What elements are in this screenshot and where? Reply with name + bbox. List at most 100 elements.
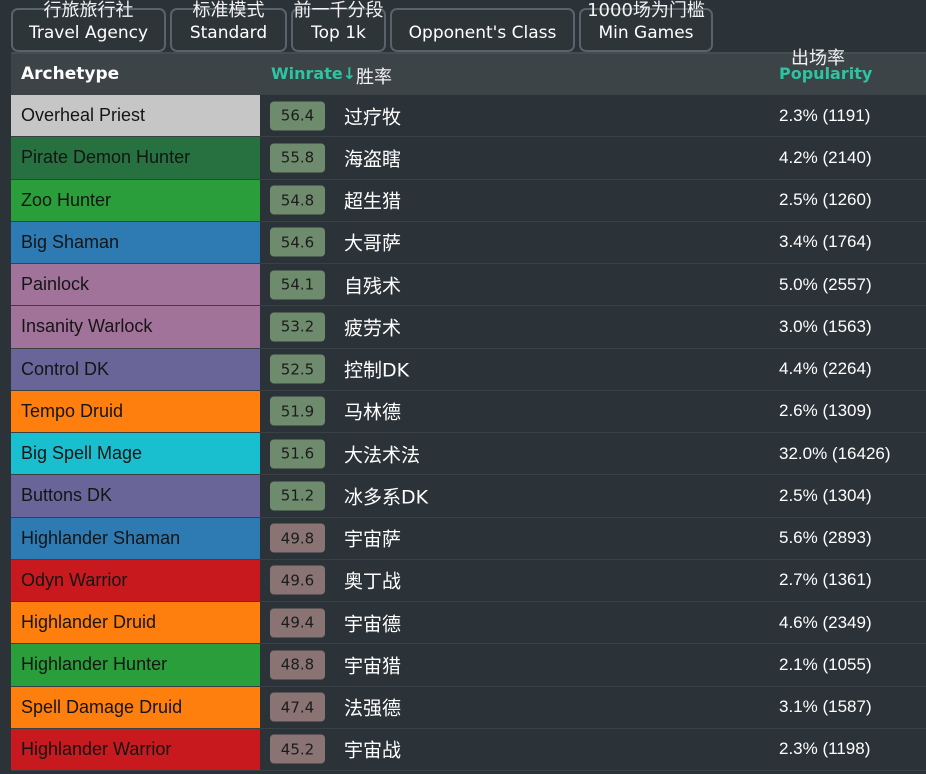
filter-opponent-class[interactable]: Opponent's Class: [390, 8, 575, 52]
archetype-name[interactable]: Overheal Priest: [11, 95, 260, 137]
filter-region[interactable]: 行旅旅行社 Travel Agency: [11, 0, 166, 52]
filter-region-zh: 行旅旅行社: [43, 0, 134, 21]
winrate-badge: 55.8: [270, 143, 325, 173]
column-header-winrate-zh: 胜率: [356, 67, 392, 88]
popularity-value: 3.1% (1587): [779, 697, 872, 717]
filter-min-games-label: Min Games: [598, 23, 694, 43]
winrate-badge: 54.8: [270, 185, 325, 215]
winrate-badge: 48.8: [270, 650, 325, 680]
table-row[interactable]: Spell Damage Druid 47.4 法强德 3.1% (1587): [11, 686, 926, 729]
popularity-value: 3.4% (1764): [779, 232, 872, 252]
archetype-zh-name: 大哥萨: [344, 232, 402, 255]
popularity-value: 2.3% (1198): [779, 739, 871, 759]
popularity-value: 32.0% (16426): [779, 443, 891, 463]
winrate-badge: 49.4: [270, 608, 325, 638]
filter-rank-zh: 前一千分段: [293, 0, 384, 21]
archetype-zh-name: 自残术: [344, 275, 402, 298]
table-row[interactable]: Big Spell Mage 51.6 大法术法 32.0% (16426): [11, 433, 926, 476]
archetype-zh-name: 法强德: [344, 697, 402, 720]
table-row[interactable]: Zoo Hunter 54.8 超生猎 2.5% (1260): [11, 179, 926, 222]
winrate-badge: 47.4: [270, 692, 325, 722]
popularity-value: 2.6% (1309): [779, 401, 872, 421]
archetype-name[interactable]: Tempo Druid: [11, 390, 260, 432]
popularity-value: 5.6% (2893): [779, 528, 872, 548]
archetype-name[interactable]: Insanity Warlock: [11, 306, 260, 348]
winrate-badge: 49.6: [270, 565, 325, 595]
popularity-value: 3.0% (1563): [779, 316, 872, 336]
popularity-value: 2.3% (1191): [779, 105, 871, 125]
table-row[interactable]: Tempo Druid 51.9 马林德 2.6% (1309): [11, 390, 926, 433]
table-row[interactable]: Highlander Warrior 45.2 宇宙战 2.3% (1198): [11, 728, 926, 771]
winrate-badge: 51.6: [270, 439, 325, 469]
table-row[interactable]: Insanity Warlock 53.2 疲劳术 3.0% (1563): [11, 306, 926, 349]
popularity-value: 4.6% (2349): [779, 612, 872, 632]
winrate-badge: 56.4: [270, 101, 325, 131]
archetype-zh-name: 超生猎: [344, 190, 402, 213]
filter-format-label: Standard: [189, 23, 268, 43]
winrate-badge: 45.2: [270, 734, 325, 764]
filter-rank[interactable]: 前一千分段 Top 1k: [291, 0, 386, 52]
table-row[interactable]: Odyn Warrior 49.6 奥丁战 2.7% (1361): [11, 559, 926, 602]
archetype-zh-name: 宇宙德: [344, 613, 402, 636]
archetype-name[interactable]: Odyn Warrior: [11, 559, 260, 601]
winrate-badge: 51.2: [270, 481, 325, 511]
archetype-name[interactable]: Spell Damage Druid: [11, 686, 260, 728]
winrate-badge: 54.1: [270, 270, 325, 300]
archetype-zh-name: 宇宙战: [344, 739, 402, 762]
column-header-winrate[interactable]: Winrate↓: [271, 64, 356, 83]
archetype-zh-name: 宇宙猎: [344, 655, 402, 678]
archetype-name[interactable]: Highlander Druid: [11, 602, 260, 644]
table-row[interactable]: Highlander Druid 49.4 宇宙德 4.6% (2349): [11, 602, 926, 645]
table-body: Overheal Priest 56.4 过疗牧 2.3% (1191) Pirate …: [11, 95, 926, 771]
archetype-zh-name: 控制DK: [344, 359, 410, 382]
archetype-zh-name: 冰多系DK: [344, 486, 429, 509]
filter-format-zh: 标准模式: [192, 0, 265, 21]
winrate-badge: 54.6: [270, 227, 325, 257]
archetype-zh-name: 宇宙萨: [344, 528, 402, 551]
popularity-value: 2.1% (1055): [779, 654, 872, 674]
archetype-zh-name: 疲劳术: [344, 317, 402, 340]
filter-rank-label: Top 1k: [311, 23, 366, 43]
winrate-badge: 53.2: [270, 312, 325, 342]
archetype-name[interactable]: Zoo Hunter: [11, 179, 260, 221]
table-row[interactable]: Highlander Shaman 49.8 宇宙萨 5.6% (2893): [11, 517, 926, 560]
popularity-value: 4.2% (2140): [779, 147, 872, 167]
table-row[interactable]: Pirate Demon Hunter 55.8 海盗瞎 4.2% (2140): [11, 137, 926, 180]
filter-region-label: Travel Agency: [29, 23, 148, 43]
archetype-name[interactable]: Highlander Shaman: [11, 517, 260, 559]
archetype-zh-name: 大法术法: [344, 444, 421, 467]
winrate-badge: 49.8: [270, 523, 325, 553]
archetype-name[interactable]: Highlander Hunter: [11, 644, 260, 686]
table-row[interactable]: Big Shaman 54.6 大哥萨 3.4% (1764): [11, 221, 926, 264]
column-header-archetype[interactable]: Archetype: [21, 64, 119, 84]
popularity-value: 2.5% (1304): [779, 485, 872, 505]
archetype-name[interactable]: Highlander Warrior: [11, 728, 260, 770]
table-row[interactable]: Painlock 54.1 自残术 5.0% (2557): [11, 264, 926, 307]
archetype-name[interactable]: Pirate Demon Hunter: [11, 137, 260, 179]
popularity-value: 4.4% (2264): [779, 359, 872, 379]
filter-min-games[interactable]: 1000场为门槛 Min Games: [579, 0, 713, 52]
winrate-badge: 51.9: [270, 396, 325, 426]
popularity-value: 2.5% (1260): [779, 190, 872, 210]
archetype-name[interactable]: Big Spell Mage: [11, 433, 260, 475]
filter-opponent-class-label: Opponent's Class: [408, 23, 557, 43]
archetype-zh-name: 海盗瞎: [344, 148, 402, 171]
archetype-zh-name: 奥丁战: [344, 570, 402, 593]
archetype-name[interactable]: Buttons DK: [11, 475, 260, 517]
popularity-value: 5.0% (2557): [779, 274, 872, 294]
table-row[interactable]: Overheal Priest 56.4 过疗牧 2.3% (1191): [11, 95, 926, 138]
filter-bar: 行旅旅行社 Travel Agency 标准模式 Standard 前一千分段 …: [0, 0, 926, 56]
table-row[interactable]: Highlander Hunter 48.8 宇宙猎 2.1% (1055): [11, 644, 926, 687]
archetype-zh-name: 过疗牧: [344, 106, 402, 129]
filter-format[interactable]: 标准模式 Standard: [170, 0, 287, 52]
archetype-name[interactable]: Big Shaman: [11, 221, 260, 263]
archetype-zh-name: 马林德: [344, 401, 402, 424]
archetype-name[interactable]: Painlock: [11, 264, 260, 306]
archetype-name[interactable]: Control DK: [11, 348, 260, 390]
filter-min-games-zh: 1000场为门槛: [587, 0, 705, 21]
winrate-badge: 52.5: [270, 354, 325, 384]
archetype-table: Archetype Winrate↓ 胜率 出场率 Popularity Ove…: [11, 48, 926, 771]
column-header-popularity[interactable]: Popularity: [779, 64, 872, 83]
table-row[interactable]: Control DK 52.5 控制DK 4.4% (2264): [11, 348, 926, 391]
table-row[interactable]: Buttons DK 51.2 冰多系DK 2.5% (1304): [11, 475, 926, 518]
